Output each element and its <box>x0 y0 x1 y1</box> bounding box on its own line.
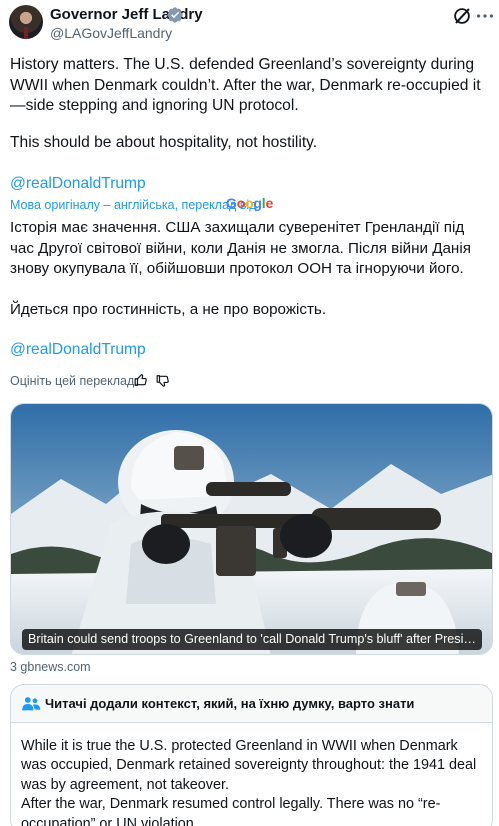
author-handle[interactable]: @LAGovJeffLandry <box>50 25 172 41</box>
post-text: History matters. The U.S. defended Green… <box>10 56 481 114</box>
community-note-header[interactable]: Читачі додали контекст, який, на їхню ду… <box>11 685 492 723</box>
avatar[interactable] <box>9 5 43 39</box>
community-note-body: While it is true the U.S. protected Gree… <box>21 737 483 826</box>
google-logo: Google <box>226 195 274 211</box>
link-card[interactable]: Britain could send troops to Greenland t… <box>10 403 493 655</box>
translated-text-2: Йдеться про гостинність, а не про ворожі… <box>10 301 327 318</box>
community-note: Читачі додали контекст, який, на їхню ду… <box>10 684 493 826</box>
post-header: Governor Jeff Landry @LAGovJeffLandry <box>0 0 499 46</box>
community-note-paragraph: While it is true the U.S. protected Gree… <box>21 738 477 793</box>
more-options-icon[interactable] <box>474 5 496 27</box>
community-note-title: Читачі додали контекст, який, на їхню ду… <box>45 696 415 711</box>
people-icon <box>22 697 41 711</box>
article-image <box>11 404 492 654</box>
thumbs-up-icon[interactable] <box>134 373 148 387</box>
thumbs-down-icon[interactable] <box>156 374 170 388</box>
article-headline[interactable]: Britain could send troops to Greenland t… <box>22 629 482 650</box>
verified-badge-icon[interactable] <box>166 6 184 24</box>
post-text-2: This should be about hospitality, not ho… <box>10 134 318 151</box>
translated-mention-link[interactable]: @realDonaldTrump <box>10 341 146 359</box>
link-source[interactable]: 3 gbnews.com <box>10 660 91 674</box>
mention-link[interactable]: @realDonaldTrump <box>10 175 146 193</box>
translation-label: Мова оригіналу – англійська, переклад ві… <box>10 198 257 212</box>
translated-text: Історія має значення. США захищали сувер… <box>10 219 471 277</box>
community-note-paragraph-2: After the war, Denmark resumed control l… <box>21 796 441 826</box>
rate-translation-label: Оцініть цей переклад: <box>10 374 138 388</box>
grok-icon[interactable] <box>451 5 473 27</box>
